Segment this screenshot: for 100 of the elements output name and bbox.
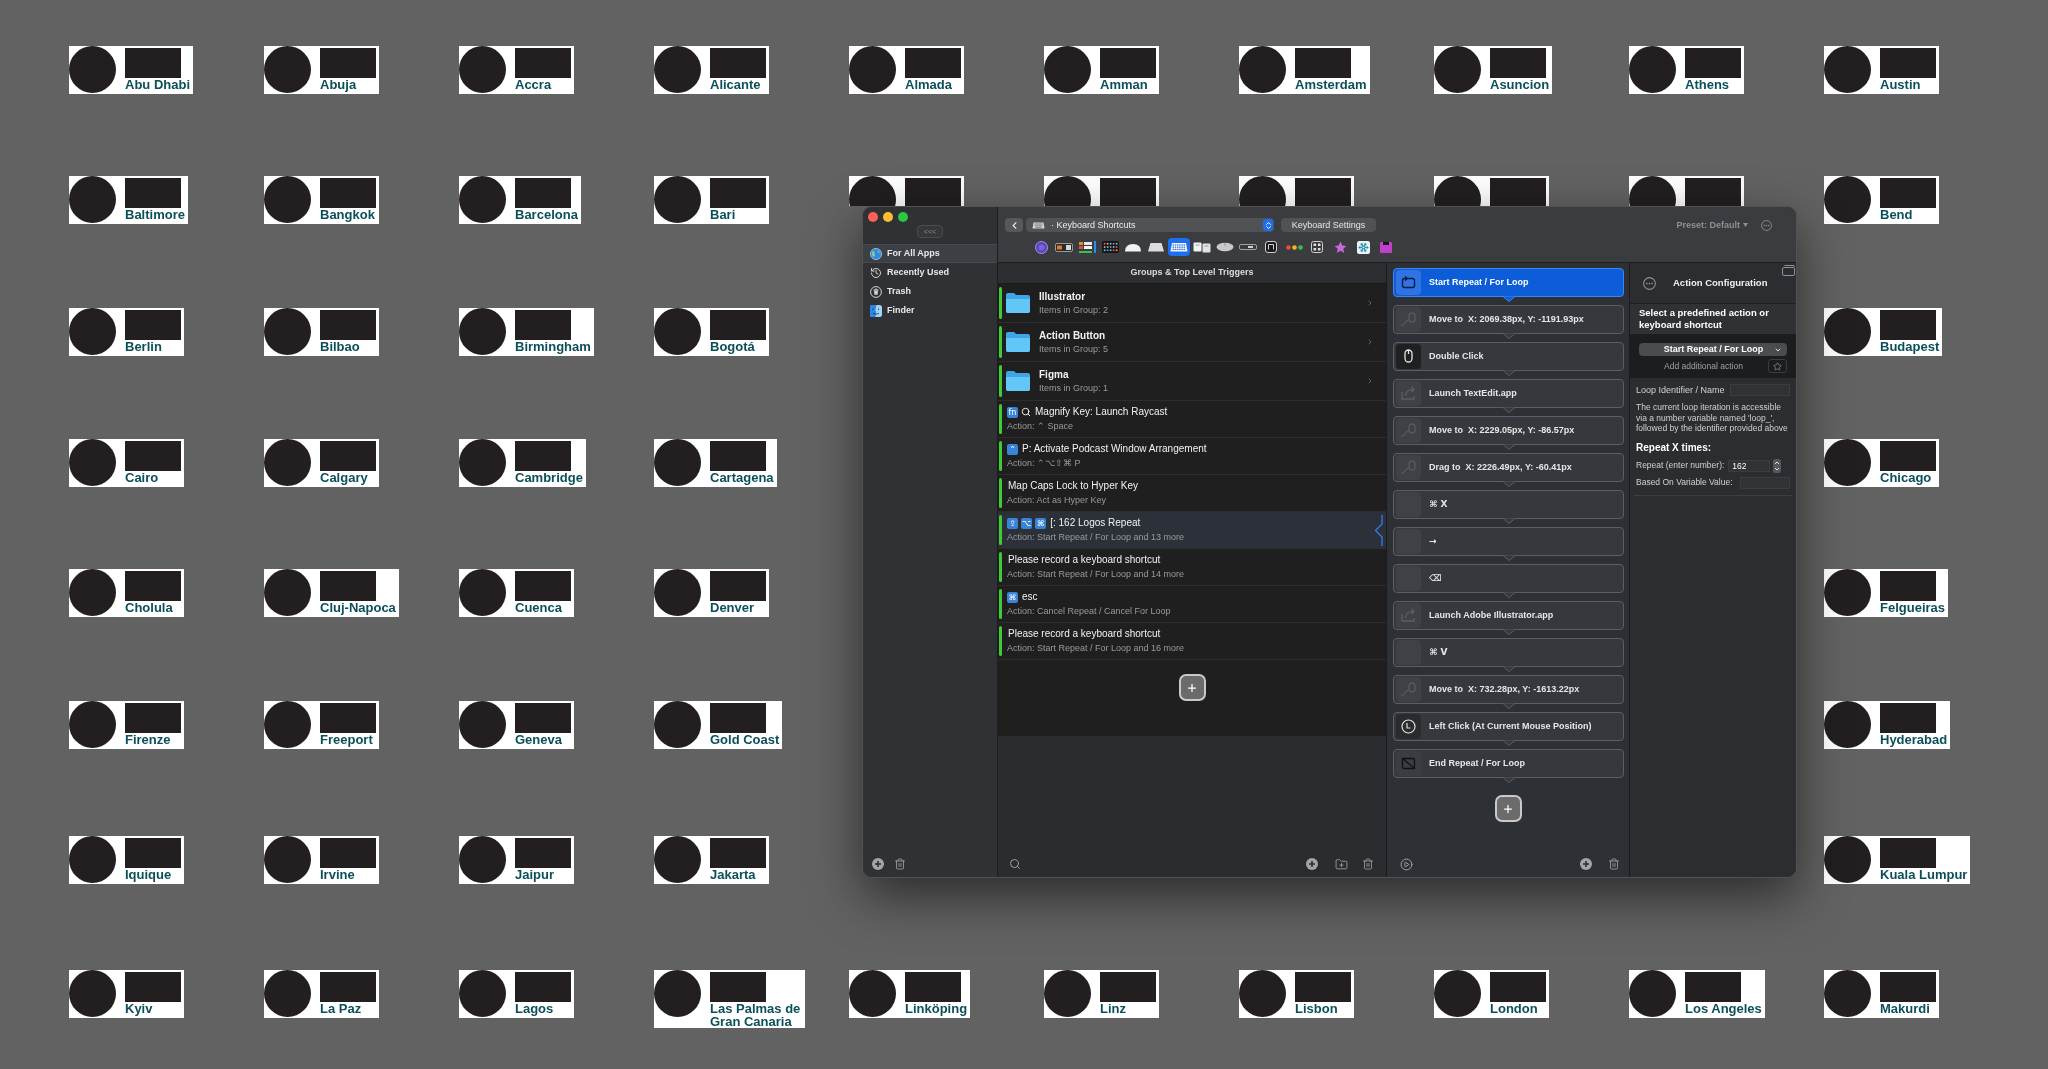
chevron-icon[interactable] xyxy=(1366,377,1374,385)
connector-notch-icon xyxy=(1502,370,1515,376)
trigger-row[interactable]: ⌃ P: Activate Podcast Window Arrangement Action: ⌃⌥⇧⌘ P xyxy=(998,438,1386,475)
back-button[interactable] xyxy=(1005,218,1023,232)
dots-icon xyxy=(1285,244,1303,250)
add-action-button[interactable] xyxy=(1494,795,1522,822)
action-card[interactable]: Drag to X: 2226.49px, Y: -60.41px xyxy=(1393,453,1624,482)
sidebar-item[interactable]: Trash xyxy=(863,282,997,301)
action-card[interactable]: Left Click (At Current Mouse Position) xyxy=(1393,712,1624,741)
favorite-button[interactable] xyxy=(1768,359,1787,373)
trash-icon[interactable] xyxy=(894,858,906,870)
add-additional-action-link[interactable]: Add additional action xyxy=(1664,361,1743,371)
city-name: Denver xyxy=(710,601,756,614)
search-icon[interactable] xyxy=(1009,858,1021,870)
sidebar-item[interactable]: Recently Used xyxy=(863,263,997,282)
action-card[interactable]: Start Repeat / For Loop xyxy=(1393,268,1624,297)
sidebar-item[interactable]: For All Apps xyxy=(863,244,997,263)
trigger-row[interactable]: Please record a keyboard shortcut Action: Start Repeat / For Loop and 16 more xyxy=(998,623,1386,660)
settings-button[interactable]: Keyboard Settings xyxy=(1281,218,1376,232)
new-folder-icon[interactable] xyxy=(1335,857,1348,871)
connector-notch-icon xyxy=(1502,296,1515,302)
trash-icon[interactable] xyxy=(1362,858,1374,870)
action-card[interactable]: ⌫ xyxy=(1393,564,1624,593)
trash-icon[interactable] xyxy=(1608,858,1620,870)
action-card[interactable]: Move to X: 2229.05px, Y: -86.57px xyxy=(1393,416,1624,445)
redaction-bar xyxy=(1295,48,1351,78)
city-name: Makurdi xyxy=(1880,1002,1931,1015)
trigger-row[interactable]: ⌘ esc Action: Cancel Repeat / Cancel For Loop xyxy=(998,586,1386,623)
trigger-type-tab[interactable] xyxy=(1099,238,1121,256)
caret-icon xyxy=(1743,223,1748,227)
window-icon[interactable] xyxy=(1782,265,1795,276)
connector-notch-icon xyxy=(1502,740,1515,746)
city-name: Linköping xyxy=(905,1002,968,1015)
key-cap: ⌘ xyxy=(1035,517,1047,529)
trigger-title: Please record a keyboard shortcut xyxy=(1008,554,1161,566)
panel-title: Action Configuration xyxy=(1673,275,1768,290)
connector-notch-icon xyxy=(1502,555,1515,561)
avatar-placeholder xyxy=(1434,46,1481,93)
repeat-count-field[interactable]: 162 xyxy=(1728,459,1771,472)
redaction-bar xyxy=(1100,972,1156,1002)
action-card[interactable]: Move to X: 2069.38px, Y: -1191.93px xyxy=(1393,305,1624,334)
avatar-placeholder xyxy=(459,439,506,486)
avatar-placeholder xyxy=(459,569,506,616)
connector-notch-icon xyxy=(1502,444,1515,450)
add-trigger-button[interactable] xyxy=(1178,674,1206,701)
avatar-placeholder xyxy=(1239,46,1286,93)
more-icon[interactable] xyxy=(1643,276,1656,290)
action-card[interactable]: Double Click xyxy=(1393,342,1624,371)
folder-icon xyxy=(1005,331,1031,353)
section-title: Repeat X times: xyxy=(1636,440,1713,454)
trigger-row[interactable]: Map Caps Lock to Hyper Key Action: Act as Hyper Key xyxy=(998,475,1386,512)
trigger-title: esc xyxy=(1022,591,1038,603)
help-text: The current loop iteration is accessible via a number variable named 'loop_', followed by the identifier provided above xyxy=(1636,402,1789,434)
item-count: Items in Group: 5 xyxy=(1039,344,1109,354)
redaction-bar xyxy=(1880,703,1936,733)
action-card[interactable]: Launch TextEdit.app xyxy=(1393,379,1624,408)
city-name: Accra xyxy=(515,78,553,91)
action-select[interactable]: Start Repeat / For Loop xyxy=(1639,343,1787,356)
sidebar-item[interactable]: Finder xyxy=(863,301,997,320)
close-button[interactable] xyxy=(868,212,878,222)
group-row[interactable]: Figma Items in Group: 1 xyxy=(998,362,1386,401)
action-card[interactable]: → xyxy=(1393,527,1624,556)
avatar-placeholder xyxy=(654,308,701,355)
action-card[interactable]: Launch Adobe Illustrator.app xyxy=(1393,601,1624,630)
key-cap: fn xyxy=(1007,406,1018,418)
action-card[interactable]: Move to X: 732.28px, Y: -1613.22px xyxy=(1393,675,1624,704)
action-card[interactable]: End Repeat / For Loop xyxy=(1393,749,1624,778)
city-name: Lagos xyxy=(515,1002,555,1015)
trigger-type-tab[interactable] xyxy=(1168,238,1190,256)
minimize-button[interactable] xyxy=(883,212,893,222)
stepper-icon[interactable] xyxy=(1773,458,1782,473)
city-name: Athens xyxy=(1685,78,1731,91)
city-name: London xyxy=(1490,1002,1539,1015)
trigger-row[interactable]: ⇪ ⌥ ⌘ [: 162 Logos Repeat Action: Start Repeat / For Loop and 13 more xyxy=(998,512,1386,549)
action-card[interactable]: ⌘ V xyxy=(1393,638,1624,667)
group-row[interactable]: Illustrator Items in Group: 2 xyxy=(998,284,1386,323)
redaction-bar xyxy=(515,972,571,1002)
mouse-icon xyxy=(1216,242,1234,252)
clock-icon xyxy=(870,266,882,279)
group-row[interactable]: Action Button Items in Group: 5 xyxy=(998,323,1386,362)
trigger-row[interactable]: fn Magnify Key: Launch Raycast Action: ⌃ Space xyxy=(998,401,1386,438)
avatar-placeholder xyxy=(1824,836,1871,883)
add-icon[interactable] xyxy=(872,858,884,870)
app-tile-icon xyxy=(870,304,882,317)
redaction-bar xyxy=(515,310,571,340)
add-icon[interactable] xyxy=(1306,858,1318,870)
chevron-icon[interactable] xyxy=(1366,299,1374,307)
zoom-button[interactable] xyxy=(898,212,908,222)
category-dropdown[interactable]: · Keyboard Shortcuts xyxy=(1026,218,1274,232)
add-icon[interactable] xyxy=(1580,858,1592,870)
trigger-row[interactable]: Please record a keyboard shortcut Action: Start Repeat / For Loop and 14 more xyxy=(998,549,1386,586)
more-icon[interactable] xyxy=(1761,219,1772,231)
redaction-bar xyxy=(710,972,766,1002)
preset-menu[interactable]: Preset: Default xyxy=(1676,219,1748,231)
trigger-type-tab[interactable] xyxy=(1076,238,1098,256)
action-card[interactable]: ⌘ X xyxy=(1393,490,1624,519)
chevron-icon[interactable] xyxy=(1366,338,1374,346)
prompt-text: Select a predefined action or keyboard shortcut xyxy=(1630,304,1796,334)
snowflake-icon xyxy=(1356,240,1370,254)
play-icon[interactable] xyxy=(1400,857,1413,871)
